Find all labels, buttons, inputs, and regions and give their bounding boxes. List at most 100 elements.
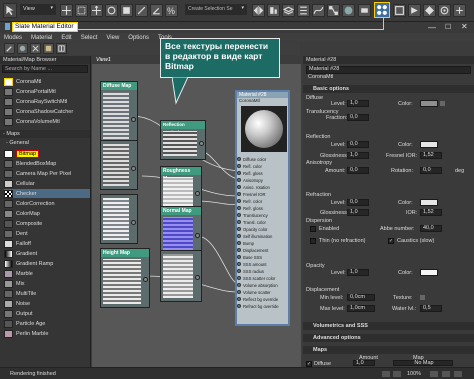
delete-icon[interactable]	[30, 43, 41, 54]
node-view[interactable]: View1 Diffuse Map Reflection Occlusion M…	[92, 56, 301, 367]
input-port[interactable]	[237, 290, 241, 294]
render-frame-icon[interactable]	[393, 4, 406, 17]
select-region-icon[interactable]	[75, 4, 88, 17]
dispersion-enabled-checkbox[interactable]	[310, 226, 316, 232]
material-name-field[interactable]: Material #28	[306, 66, 471, 74]
input-port[interactable]	[237, 241, 241, 245]
input-port[interactable]	[237, 213, 241, 217]
list-item[interactable]: MultiTile	[4, 289, 90, 298]
pan-icon[interactable]	[393, 371, 401, 377]
diffuse-color-swatch[interactable]	[420, 100, 438, 107]
layer-icon[interactable]	[282, 4, 295, 17]
refl-color-swatch[interactable]	[420, 141, 438, 148]
abbe-input[interactable]: 40,0	[420, 225, 442, 232]
curve-editor-icon[interactable]	[312, 4, 325, 17]
caustics-checkbox[interactable]: ✓	[388, 238, 394, 244]
reflection-map-node[interactable]: Reflection Occlusion Map	[160, 120, 206, 160]
fresnel-input[interactable]: 1,52	[420, 152, 442, 159]
maps-section-header[interactable]: - Maps	[0, 130, 90, 138]
refr-color-swatch[interactable]	[420, 199, 438, 206]
height-map-node[interactable]: Height Map	[100, 248, 150, 308]
input-port[interactable]	[237, 192, 241, 196]
material-slot[interactable]: Transl. color	[237, 219, 290, 226]
material-slot[interactable]: Refr. gloss	[237, 205, 290, 212]
render-setup-icon[interactable]	[358, 4, 371, 17]
output-port[interactable]	[131, 166, 136, 171]
material-slot[interactable]: Base SSS	[237, 254, 290, 261]
fraction-input[interactable]: 0,0	[347, 114, 369, 121]
min-level-input[interactable]: 0,0cm	[347, 294, 375, 301]
pick-material-icon[interactable]	[4, 43, 15, 54]
input-port[interactable]	[237, 234, 241, 238]
input-port[interactable]	[237, 185, 241, 189]
list-item[interactable]: CoronaMtl	[4, 77, 90, 86]
scene-explorer-icon[interactable]	[297, 4, 310, 17]
thin-checkbox[interactable]	[310, 238, 316, 244]
view-select[interactable]: View ▾	[20, 4, 56, 15]
material-editor-icon[interactable]	[342, 4, 355, 17]
list-item[interactable]: ColorCorrection	[4, 199, 90, 208]
material-node[interactable]: Material #28 CoronaMtl Diffuse color Refl…	[235, 90, 290, 326]
material-slot[interactable]: Bump	[237, 240, 290, 247]
basic-options-header[interactable]: Basic options	[303, 85, 474, 93]
list-item[interactable]: Gradient	[4, 249, 90, 258]
advanced-options-header[interactable]: Advanced options	[303, 334, 474, 342]
input-port[interactable]	[237, 248, 241, 252]
pointer-icon[interactable]	[60, 4, 73, 17]
texture-node-6[interactable]	[160, 250, 202, 302]
list-item[interactable]: Falloff	[4, 239, 90, 248]
material-slot[interactable]: Displacement	[237, 247, 290, 254]
general-section-header[interactable]: - General	[3, 139, 90, 147]
output-port[interactable]	[131, 117, 136, 122]
maps-diffuse-map-button[interactable]: No Map	[393, 360, 453, 366]
texture-node-3[interactable]	[100, 194, 138, 244]
water-level-input[interactable]: 0,5	[420, 305, 442, 312]
material-slot[interactable]: SSS scatter color	[237, 275, 290, 282]
input-port[interactable]	[237, 297, 241, 301]
percent-snap-icon[interactable]: %	[165, 4, 178, 17]
render-production-icon[interactable]	[423, 4, 436, 17]
maximize-button[interactable]: ☐	[445, 23, 451, 31]
schematic-icon[interactable]	[327, 4, 340, 17]
material-slot[interactable]: Refract bg override	[237, 303, 290, 310]
input-port[interactable]	[237, 304, 241, 308]
texture-node-2[interactable]	[100, 140, 138, 190]
material-slot[interactable]: SSS radius	[237, 268, 290, 275]
diffuse-level-input[interactable]: 1,0	[347, 100, 369, 107]
select-arrow-icon[interactable]	[3, 3, 17, 18]
selection-set-input[interactable]: Create Selection Se ▾	[185, 4, 247, 15]
slate-material-editor-icon[interactable]	[374, 2, 390, 18]
angle-snap-icon[interactable]	[150, 4, 163, 17]
aniso-rotation-input[interactable]: 0,0	[420, 167, 442, 174]
texture-slot-button[interactable]	[420, 295, 425, 300]
scale-icon[interactable]	[120, 4, 133, 17]
input-port[interactable]	[237, 199, 241, 203]
material-slot[interactable]: Refr. color	[237, 198, 290, 205]
list-item[interactable]: Perlin Marble	[4, 329, 90, 338]
output-port[interactable]	[131, 220, 136, 225]
input-port[interactable]	[237, 283, 241, 287]
maps-header[interactable]: Maps	[303, 346, 474, 354]
max-level-input[interactable]: 1,0cm	[347, 305, 375, 312]
output-port[interactable]	[143, 277, 148, 282]
material-slot[interactable]: SSS amount	[237, 261, 290, 268]
move-icon[interactable]	[90, 4, 103, 17]
material-slot[interactable]: Anisotropy	[237, 177, 290, 184]
menu-material[interactable]: Material	[31, 35, 52, 41]
minimize-button[interactable]: —	[428, 23, 436, 32]
ior-input[interactable]: 1,52	[420, 209, 442, 216]
show-in-viewport-icon[interactable]	[43, 43, 54, 54]
material-slot[interactable]: Refl. gloss	[237, 170, 290, 177]
list-item[interactable]: Bitmap	[4, 149, 90, 158]
input-port[interactable]	[237, 262, 241, 266]
list-item[interactable]: CoronaShadowCatcher	[4, 107, 90, 116]
list-item[interactable]: CoronaPortalMtl	[4, 87, 90, 96]
output-port[interactable]	[195, 275, 200, 280]
material-slot[interactable]: Translucency	[237, 212, 290, 219]
list-item[interactable]: Cellular	[4, 179, 90, 188]
zoom-extents-icon[interactable]	[430, 371, 438, 377]
input-port[interactable]	[237, 206, 241, 210]
list-item[interactable]: BlendedBoxMap	[4, 159, 90, 168]
output-port[interactable]	[195, 191, 200, 196]
material-slot[interactable]: Self illumination	[237, 233, 290, 240]
